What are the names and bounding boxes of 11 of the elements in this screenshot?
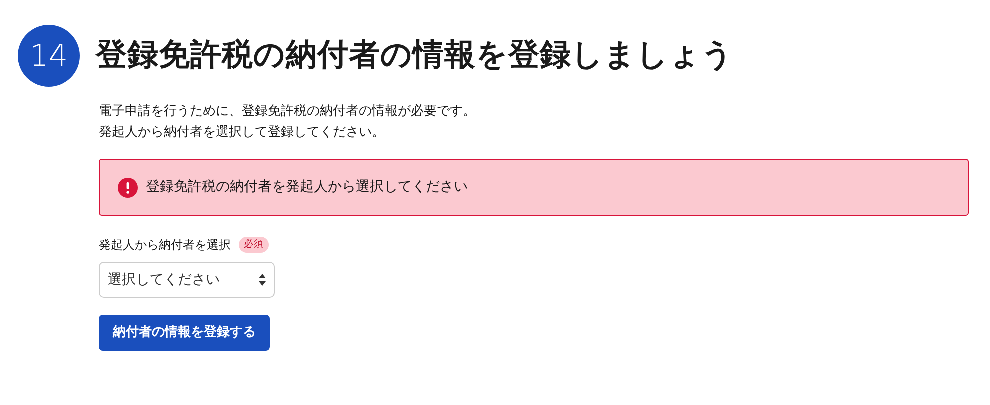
error-message: 登録免許税の納付者を発起人から選択してください	[146, 178, 468, 197]
description-text: 電子申請を行うために、登録免許税の納付者の情報が必要です。	[99, 103, 477, 121]
description-text: 発起人から納付者を選択して登録してください。	[99, 124, 386, 142]
error-icon	[118, 178, 138, 198]
step-number: 14	[18, 25, 80, 87]
select-field[interactable]: 選択してください	[99, 262, 275, 298]
field-label: 発起人から納付者を選択	[99, 237, 231, 254]
required-tag: 必須	[239, 236, 269, 254]
submit-button[interactable]: 納付者の情報を登録する	[99, 315, 270, 351]
page-title: 登録免許税の納付者の情報を登録しましょう	[96, 37, 734, 75]
sort-arrows-icon	[259, 274, 266, 286]
